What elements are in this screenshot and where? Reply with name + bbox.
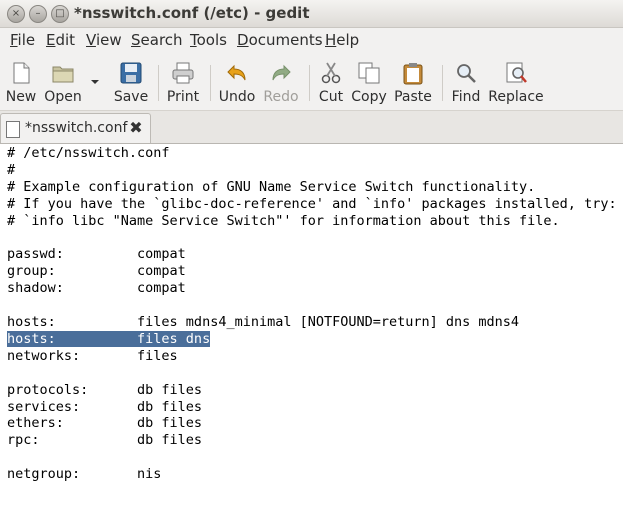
new-button[interactable]: New [3,57,39,107]
text-line: # [7,161,16,178]
window-title: *nsswitch.conf (/etc) - gedit [74,4,310,22]
cut-label: Cut [318,89,344,105]
text-line: services: db files [7,398,203,415]
folder-icon [52,66,74,83]
copy-icon [358,62,380,84]
document-icon [6,121,20,138]
menu-file[interactable]: File [10,31,35,49]
search-icon [457,64,476,83]
text-line: # If you have the `glibc-doc-reference' … [7,195,617,212]
print-button[interactable]: Print [164,57,202,107]
text-line: # `info libc "Name Service Switch"' for … [7,212,560,229]
menu-view[interactable]: View [86,31,122,49]
chevron-down-icon [91,80,99,84]
text-line: hosts: files mdns4_minimal [NOTFOUND=ret… [7,314,520,330]
printer-icon [172,62,194,84]
menu-search[interactable]: Search [131,31,183,49]
copy-button[interactable]: Copy [350,57,388,107]
paste-label: Paste [394,89,432,105]
selected-text: hosts: files dns [7,330,211,347]
text-editor[interactable]: # /etc/nsswitch.conf # # Example configura… [0,143,623,513]
text-line: passwd: compat [7,246,186,263]
redo-label: Redo [263,89,299,105]
scissors-icon [321,62,341,84]
cut-button[interactable]: Cut [315,57,347,107]
title-bar: × – □ *nsswitch.conf (/etc) - gedit [0,0,623,28]
menu-edit[interactable]: Edit [46,31,75,49]
text-line: ethers: db files [7,415,203,432]
find-button[interactable]: Find [448,57,484,107]
find-label: Find [451,89,481,105]
menu-bar: File Edit View Search Tools Documents He… [0,28,623,54]
save-label: Save [113,89,149,105]
toolbar-separator [210,65,211,101]
maximize-window-button[interactable]: □ [51,5,69,23]
toolbar-separator [309,65,310,101]
tab-bar: *nsswitch.conf ✖ [0,111,623,144]
new-document-icon [13,62,30,84]
text-line: netgroup: nis [7,466,162,483]
close-window-button[interactable]: × [7,5,25,23]
undo-label: Undo [218,89,256,105]
menu-help[interactable]: Help [325,31,359,49]
new-label: New [5,89,37,105]
replace-label: Replace [488,89,544,105]
redo-icon [272,64,291,81]
undo-icon [227,64,246,81]
text-line: # /etc/nsswitch.conf [7,145,170,161]
menu-tools[interactable]: Tools [190,31,227,49]
text-line: protocols: db files [7,381,203,398]
toolbar: New Open Save Print Undo Redo Cut Copy P… [0,55,623,111]
open-button[interactable]: Open [43,57,83,107]
find-replace-icon [506,62,527,83]
text-line: networks: files [7,347,178,364]
tab-label: *nsswitch.conf [25,120,128,136]
menu-documents[interactable]: Documents [237,31,323,49]
text-line: # Example configuration of GNU Name Serv… [7,178,536,195]
close-tab-icon[interactable]: ✖ [128,120,144,136]
save-button[interactable]: Save [112,57,150,107]
toolbar-separator [158,65,159,101]
text-line: hosts: files dns [7,330,211,348]
paste-button[interactable]: Paste [392,57,434,107]
toolbar-separator [442,65,443,101]
replace-button[interactable]: Replace [488,57,544,107]
tab-nsswitch-conf[interactable]: *nsswitch.conf ✖ [0,113,151,144]
text-line: rpc: db files [7,432,203,449]
redo-button[interactable]: Redo [261,57,301,107]
open-dropdown-button[interactable] [88,57,102,107]
minimize-window-button[interactable]: – [29,5,47,23]
print-label: Print [166,89,200,105]
text-line: shadow: compat [7,280,186,297]
clipboard-icon [403,63,423,85]
copy-label: Copy [351,89,387,105]
save-icon [120,62,142,84]
open-label: Open [44,89,82,105]
undo-button[interactable]: Undo [216,57,258,107]
text-line: group: compat [7,263,186,280]
